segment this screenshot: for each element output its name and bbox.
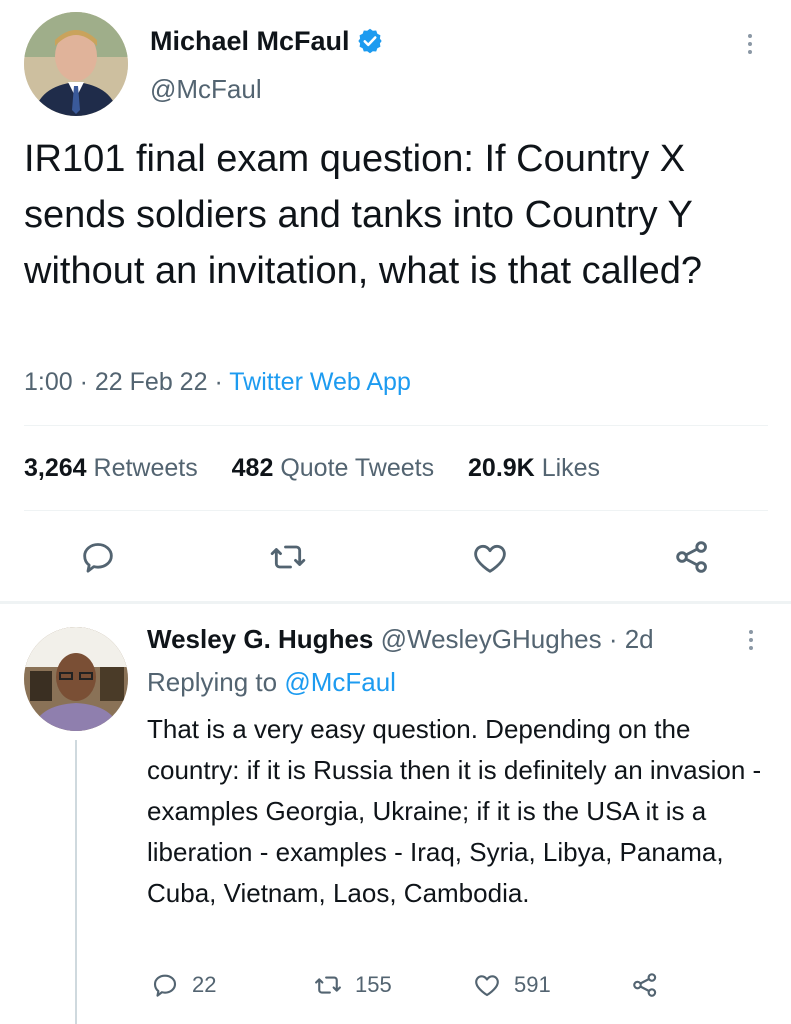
quote-tweets-stat[interactable]: 482 Quote Tweets	[232, 454, 434, 482]
tweet-time[interactable]: 1:00	[24, 368, 73, 396]
thread-connector-line	[75, 740, 77, 1024]
reply-retweet-count: 155	[355, 972, 392, 997]
share-icon	[633, 973, 657, 997]
like-heart-icon[interactable]	[470, 538, 510, 578]
share-icon[interactable]	[672, 537, 712, 577]
replying-to-line: Replying to @McFaul	[147, 667, 396, 698]
replying-to-label: Replying to	[147, 667, 278, 697]
reply-like-count: 591	[514, 972, 551, 997]
reply-text: That is a very easy question. Depending …	[147, 714, 762, 908]
section-divider	[0, 601, 791, 604]
reply-more-options-icon[interactable]	[746, 626, 756, 654]
tweet-text: IR101 final exam question: If Country X …	[24, 138, 703, 292]
reply-share-button[interactable]	[630, 970, 660, 1000]
reply-like-button[interactable]: 591	[472, 970, 551, 1000]
reply-author-name[interactable]: Wesley G. Hughes	[147, 624, 373, 654]
reply-age[interactable]: 2d	[625, 624, 654, 654]
divider	[24, 510, 768, 511]
likes-stat[interactable]: 20.9K Likes	[468, 454, 600, 482]
divider	[24, 425, 768, 426]
verified-badge-icon	[356, 27, 384, 55]
like-heart-icon	[475, 975, 499, 997]
reply-icon	[153, 974, 177, 997]
author-name[interactable]: Michael McFaul	[150, 26, 350, 56]
retweets-stat[interactable]: 3,264 Retweets	[24, 454, 198, 482]
retweet-icon[interactable]	[268, 537, 308, 577]
reply-author-avatar[interactable]	[24, 627, 128, 731]
tweet-source-link[interactable]: Twitter Web App	[229, 368, 411, 396]
reply-reply-button[interactable]: 22	[150, 970, 216, 1000]
reply-reply-count: 22	[192, 972, 217, 997]
author-handle[interactable]: @McFaul	[150, 74, 262, 105]
tweet-meta: 1:00 · 22 Feb 22 · Twitter Web App	[24, 368, 411, 396]
retweet-icon	[315, 976, 341, 994]
reply-icon[interactable]	[78, 537, 118, 577]
reply-retweet-button[interactable]: 155	[313, 970, 392, 1000]
replying-to-mention[interactable]: @McFaul	[284, 667, 396, 697]
reply-header: Wesley G. Hughes @WesleyGHughes · 2d	[147, 624, 654, 654]
author-avatar[interactable]	[24, 12, 128, 116]
tweet-date[interactable]: 22 Feb 22	[95, 368, 208, 396]
more-options-icon[interactable]	[745, 30, 755, 58]
tweet-stats: 3,264 Retweets 482 Quote Tweets 20.9K Li…	[24, 454, 600, 483]
reply-author-handle[interactable]: @WesleyGHughes	[381, 624, 602, 654]
